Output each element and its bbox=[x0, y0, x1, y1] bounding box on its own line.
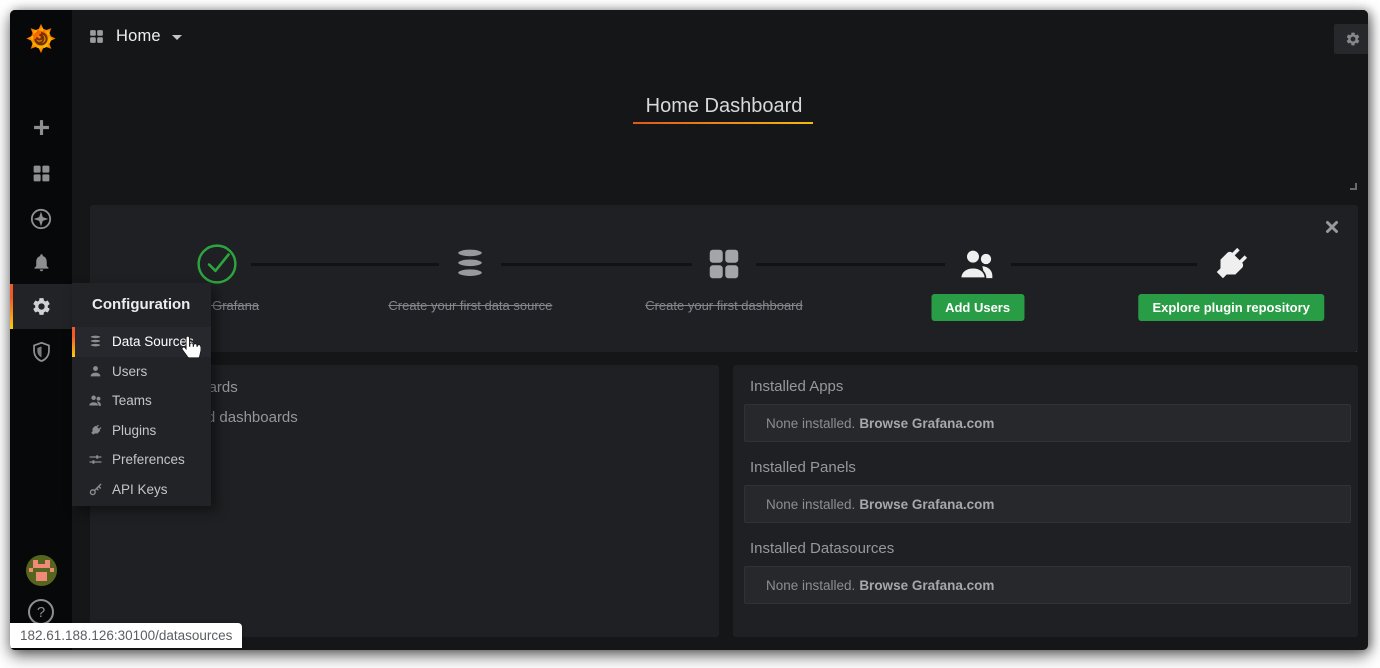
menu-item-label: API Keys bbox=[112, 482, 168, 497]
section-heading: Installed Apps bbox=[750, 378, 1346, 395]
sidebar-item-explore[interactable] bbox=[10, 196, 72, 241]
menu-item-label: Plugins bbox=[112, 423, 156, 438]
plug-icon bbox=[1210, 243, 1252, 285]
header: Home bbox=[72, 10, 1368, 62]
sidebar-item-configuration[interactable] bbox=[10, 284, 72, 329]
compass-icon bbox=[30, 208, 52, 230]
dashboards-grid-icon bbox=[705, 245, 743, 283]
configuration-menu: Configuration Data Sources Users Teams P… bbox=[72, 283, 211, 506]
page-title: Home Dashboard bbox=[90, 95, 1358, 118]
sidebar: ? bbox=[10, 10, 72, 650]
check-circle-icon bbox=[196, 243, 238, 285]
sidebar-item-server-admin[interactable] bbox=[10, 329, 72, 374]
menu-item-label: Teams bbox=[112, 393, 152, 408]
gear-icon bbox=[1345, 31, 1361, 47]
dashboard-picker[interactable]: Home bbox=[88, 20, 182, 52]
panel-resize-handle[interactable] bbox=[1350, 183, 1357, 190]
users-icon bbox=[88, 393, 103, 408]
database-icon bbox=[452, 246, 488, 282]
user-icon bbox=[88, 365, 103, 378]
hand-cursor-icon bbox=[182, 336, 201, 358]
help-label: ? bbox=[37, 604, 45, 621]
empty-text: None installed. bbox=[766, 497, 855, 512]
sidebar-item-create[interactable] bbox=[10, 105, 72, 150]
key-icon bbox=[88, 482, 103, 496]
database-icon bbox=[88, 334, 103, 349]
help-icon[interactable]: ? bbox=[28, 599, 54, 625]
getting-started-panel: Install Grafana Create your first data s… bbox=[90, 205, 1358, 352]
gear-icon bbox=[31, 296, 52, 317]
sliders-icon bbox=[88, 452, 103, 467]
add-users-button[interactable]: Add Users bbox=[931, 294, 1024, 321]
empty-plugins-box: None installed. Browse Grafana.com bbox=[744, 485, 1351, 523]
plug-icon bbox=[88, 423, 103, 437]
step-explore-plugins: Explore plugin repository bbox=[1104, 205, 1358, 352]
menu-item-plugins[interactable]: Plugins bbox=[72, 416, 211, 446]
step-create-datasource: Create your first data source bbox=[344, 205, 598, 352]
dashboards-grid-icon bbox=[31, 163, 52, 184]
menu-item-preferences[interactable]: Preferences bbox=[72, 445, 211, 475]
browse-grafana-link[interactable]: Browse Grafana.com bbox=[859, 497, 994, 512]
menu-item-teams[interactable]: Teams bbox=[72, 386, 211, 416]
menu-item-api-keys[interactable]: API Keys bbox=[72, 475, 211, 505]
sidebar-item-alerting[interactable] bbox=[10, 240, 72, 285]
browse-grafana-link[interactable]: Browse Grafana.com bbox=[859, 578, 994, 593]
empty-plugins-box: None installed. Browse Grafana.com bbox=[744, 404, 1351, 442]
browse-grafana-link[interactable]: Browse Grafana.com bbox=[859, 416, 994, 431]
step-label: Create your first data source bbox=[388, 298, 552, 313]
empty-plugins-box: None installed. Browse Grafana.com bbox=[744, 566, 1351, 604]
grafana-window: ? Home Home Dashboard bbox=[10, 10, 1368, 650]
menu-item-label: Preferences bbox=[112, 452, 185, 467]
section-heading: Installed Panels bbox=[750, 459, 1346, 476]
dashboard-settings-button[interactable] bbox=[1334, 24, 1368, 54]
title-underline bbox=[633, 122, 813, 124]
section-heading: Installed Datasources bbox=[750, 540, 1346, 557]
empty-text: None installed. bbox=[766, 578, 855, 593]
url-preview-text: 182.61.188.126:30100/datasources bbox=[20, 628, 232, 643]
bell-icon bbox=[31, 252, 52, 273]
step-add-users: Add Users bbox=[851, 205, 1105, 352]
step-label: Create your first dashboard bbox=[645, 298, 803, 313]
configuration-menu-title: Configuration bbox=[72, 283, 211, 327]
menu-item-users[interactable]: Users bbox=[72, 357, 211, 387]
plugin-list-panel: Installed Apps None installed. Browse Gr… bbox=[733, 365, 1358, 637]
shield-icon bbox=[31, 341, 52, 362]
explore-plugin-repository-button[interactable]: Explore plugin repository bbox=[1138, 294, 1323, 321]
sidebar-item-dashboards[interactable] bbox=[10, 151, 72, 196]
url-preview-tooltip: 182.61.188.126:30100/datasources bbox=[10, 623, 242, 648]
chevron-down-icon bbox=[172, 35, 182, 40]
users-icon bbox=[958, 244, 998, 284]
menu-item-label: Users bbox=[112, 364, 147, 379]
dashboard-picker-label: Home bbox=[116, 27, 161, 46]
dashboard-picker-grid-icon bbox=[88, 28, 105, 45]
plus-icon bbox=[31, 117, 52, 138]
grafana-logo-icon[interactable] bbox=[26, 23, 56, 53]
step-create-dashboard: Create your first dashboard bbox=[597, 205, 851, 352]
empty-text: None installed. bbox=[766, 416, 855, 431]
avatar[interactable] bbox=[26, 555, 57, 586]
